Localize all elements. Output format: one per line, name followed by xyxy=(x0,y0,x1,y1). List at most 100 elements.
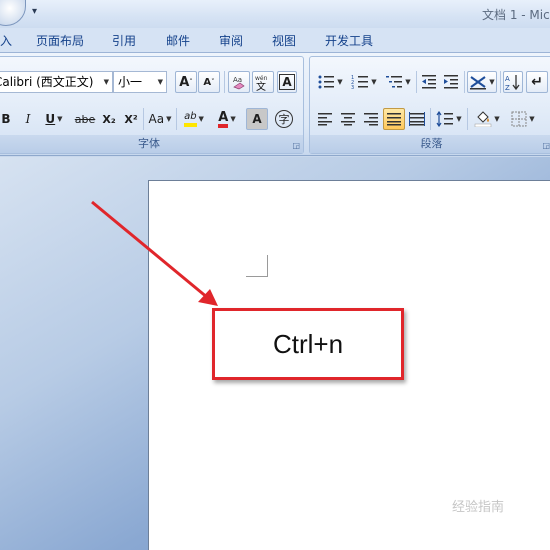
shading-button[interactable]: ▼ xyxy=(470,108,504,130)
separator xyxy=(143,108,144,130)
increase-indent-icon xyxy=(444,75,458,89)
tab-page-layout[interactable]: 页面布局 xyxy=(36,32,84,49)
dialog-launcher-icon[interactable]: ◲ xyxy=(542,141,550,150)
line-spacing-icon xyxy=(436,111,454,127)
separator xyxy=(416,71,417,93)
enclose-characters-button[interactable]: 字 xyxy=(273,108,295,130)
bullet-list-icon xyxy=(318,75,335,89)
tab-insert[interactable]: 入 xyxy=(0,32,12,49)
quick-access-dropdown-icon[interactable]: ▾ xyxy=(32,6,37,17)
decrease-indent-button[interactable] xyxy=(419,71,439,93)
align-left-button[interactable] xyxy=(314,108,336,130)
title-bar: ▾ 文档 1 - Mic xyxy=(0,0,550,28)
chevron-down-icon[interactable]: ▼ xyxy=(166,115,171,123)
tab-references[interactable]: 引用 xyxy=(112,32,136,49)
numbering-button[interactable]: 1 2 3 ▼ xyxy=(348,71,380,93)
paragraph-group-label: 段落 xyxy=(310,135,550,153)
align-right-icon xyxy=(364,113,378,126)
font-group: Calibri (西文正文) ▼ 小一 ▼ A˄ A˅ Aa wén 文 A xyxy=(0,56,304,154)
pilcrow-icon: ↵ xyxy=(531,74,543,90)
increase-indent-button[interactable] xyxy=(441,71,461,93)
subscript-button[interactable]: X₂ xyxy=(99,108,119,130)
separator xyxy=(464,71,465,93)
justify-icon xyxy=(387,113,401,126)
font-group-label: 字体 xyxy=(0,135,303,153)
chinese-layout-icon xyxy=(470,76,487,90)
font-name-value: Calibri (西文正文) xyxy=(0,75,94,89)
chevron-down-icon[interactable]: ▼ xyxy=(494,115,499,123)
bold-button[interactable]: B xyxy=(0,108,15,130)
shrink-font-button[interactable]: A ˅ xyxy=(198,71,220,93)
svg-text:文: 文 xyxy=(256,80,266,91)
watermark: 经验指南 xyxy=(452,500,505,515)
chevron-down-icon[interactable]: ▼ xyxy=(529,115,534,123)
chevron-down-icon[interactable]: ▼ xyxy=(230,115,235,123)
strikethrough-button[interactable]: abe xyxy=(73,108,97,130)
clear-formatting-button[interactable]: Aa xyxy=(228,71,250,93)
chinese-layout-button[interactable]: ▼ xyxy=(467,71,497,93)
sort-icon: A Z xyxy=(505,75,520,91)
sort-button[interactable]: A Z xyxy=(503,71,523,93)
ribbon: Calibri (西文正文) ▼ 小一 ▼ A˄ A˅ Aa wén 文 A xyxy=(0,52,550,156)
separator xyxy=(176,108,177,130)
callout-text: Ctrl+n xyxy=(272,328,344,359)
show-formatting-marks-button[interactable]: ↵ xyxy=(526,71,548,93)
grow-font-button[interactable]: A ˄ xyxy=(175,71,197,93)
annotation-callout-box: Ctrl+n xyxy=(212,308,404,380)
distributed-icon xyxy=(409,112,425,126)
svg-text:Z: Z xyxy=(505,84,510,91)
align-right-button[interactable] xyxy=(360,108,382,130)
chevron-down-icon[interactable]: ▼ xyxy=(104,72,109,92)
tab-review[interactable]: 审阅 xyxy=(219,32,243,49)
chevron-down-icon[interactable]: ▼ xyxy=(199,115,204,123)
svg-text:A: A xyxy=(505,75,510,83)
margin-corner-mark xyxy=(246,255,268,277)
chevron-down-icon[interactable]: ▼ xyxy=(489,78,494,86)
superscript-button[interactable]: X² xyxy=(121,108,141,130)
chevron-down-icon[interactable]: ▼ xyxy=(158,72,163,92)
font-color-button[interactable]: A ▼ xyxy=(212,108,242,130)
borders-button[interactable]: ▼ xyxy=(506,108,540,130)
highlight-button[interactable]: ab ▼ xyxy=(179,108,209,130)
paint-bucket-icon xyxy=(475,111,492,127)
align-center-button[interactable] xyxy=(337,108,359,130)
align-left-icon xyxy=(318,113,332,126)
character-shading-button[interactable]: A xyxy=(246,108,268,130)
font-size-combobox[interactable]: 小一 ▼ xyxy=(113,71,167,93)
eraser-icon: Aa xyxy=(233,76,245,90)
paragraph-group: ▼ 1 2 3 ▼ ▼ ▼ A Z ↵ ▼ ▼ ▼ 段落 ◲ xyxy=(309,56,550,154)
office-button[interactable] xyxy=(0,0,26,26)
phonetic-guide-icon: wén 文 xyxy=(255,75,268,91)
chevron-down-icon[interactable]: ▼ xyxy=(371,78,376,86)
underline-button[interactable]: U ▼ xyxy=(41,108,67,130)
ribbon-tabs: 入 页面布局 引用 邮件 审阅 视图 开发工具 xyxy=(0,28,550,52)
dialog-launcher-icon[interactable]: ◲ xyxy=(292,141,300,150)
tab-mailings[interactable]: 邮件 xyxy=(166,32,190,49)
change-case-button[interactable]: Aa ▼ xyxy=(146,108,174,130)
line-spacing-button[interactable]: ▼ xyxy=(433,108,465,130)
bullets-button[interactable]: ▼ xyxy=(314,71,346,93)
phonetic-guide-button[interactable]: wén 文 xyxy=(252,71,274,93)
justify-button[interactable] xyxy=(383,108,405,130)
numbered-list-icon: 1 2 3 xyxy=(351,75,369,90)
chevron-down-icon[interactable]: ▼ xyxy=(456,115,461,123)
distributed-button[interactable] xyxy=(406,108,428,130)
separator xyxy=(467,108,468,130)
tab-developer[interactable]: 开发工具 xyxy=(325,32,373,49)
italic-button[interactable]: I xyxy=(19,108,37,130)
svg-text:wén: wén xyxy=(255,75,268,82)
separator xyxy=(500,71,501,93)
tab-view[interactable]: 视图 xyxy=(272,32,296,49)
multilevel-list-button[interactable]: ▼ xyxy=(382,71,414,93)
borders-icon xyxy=(511,111,527,127)
font-size-value: 小一 xyxy=(118,75,143,89)
chevron-down-icon[interactable]: ▼ xyxy=(57,115,62,123)
chevron-down-icon[interactable]: ▼ xyxy=(405,78,410,86)
character-border-button[interactable]: A xyxy=(277,71,297,93)
separator xyxy=(430,108,431,130)
chevron-down-icon[interactable]: ▼ xyxy=(337,78,342,86)
decrease-indent-icon xyxy=(422,75,436,89)
window-title: 文档 1 - Mic xyxy=(482,8,550,22)
multilevel-list-icon xyxy=(386,76,403,88)
font-name-combobox[interactable]: Calibri (西文正文) ▼ xyxy=(0,71,113,93)
